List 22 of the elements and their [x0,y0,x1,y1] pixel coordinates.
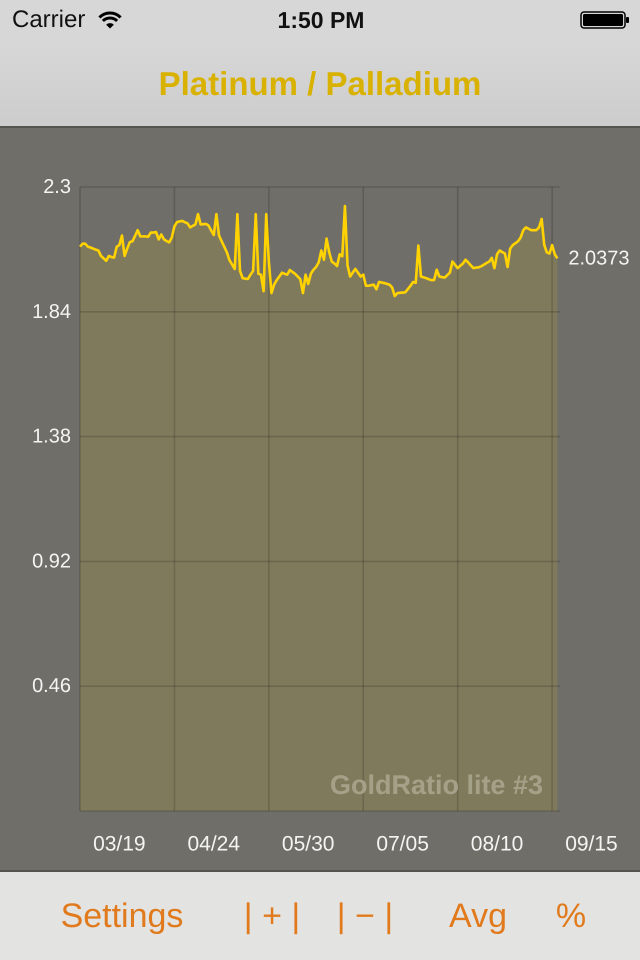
y-axis-label: 2.3 [43,176,71,198]
y-axis-label: 0.46 [32,675,71,698]
wifi-icon [97,11,124,29]
settings-button[interactable]: Settings [60,896,184,936]
x-axis-label: 04/24 [188,832,240,856]
navigation-title: Platinum / Palladium [158,65,482,103]
plus-button[interactable]: | + | [244,896,300,936]
battery-icon [580,11,630,29]
x-axis-label: 09/15 [565,832,618,856]
x-axis-label: 03/19 [93,832,146,856]
percent-button[interactable]: % [556,896,586,936]
y-axis-label: 1.84 [32,300,71,323]
clock-time: 1:50 PM [278,6,364,34]
y-axis-label: 0.92 [32,550,71,572]
minus-button[interactable]: | − | [336,896,394,936]
carrier-name: Carrier [12,6,86,34]
x-axis-label: 07/05 [376,832,429,856]
x-axis-label: 05/30 [282,832,334,856]
last-value-label: 2.0373 [568,247,630,270]
x-axis-label: 08/10 [470,832,524,856]
average-button[interactable]: Avg [449,896,507,936]
y-axis-label: 1.38 [32,426,71,448]
